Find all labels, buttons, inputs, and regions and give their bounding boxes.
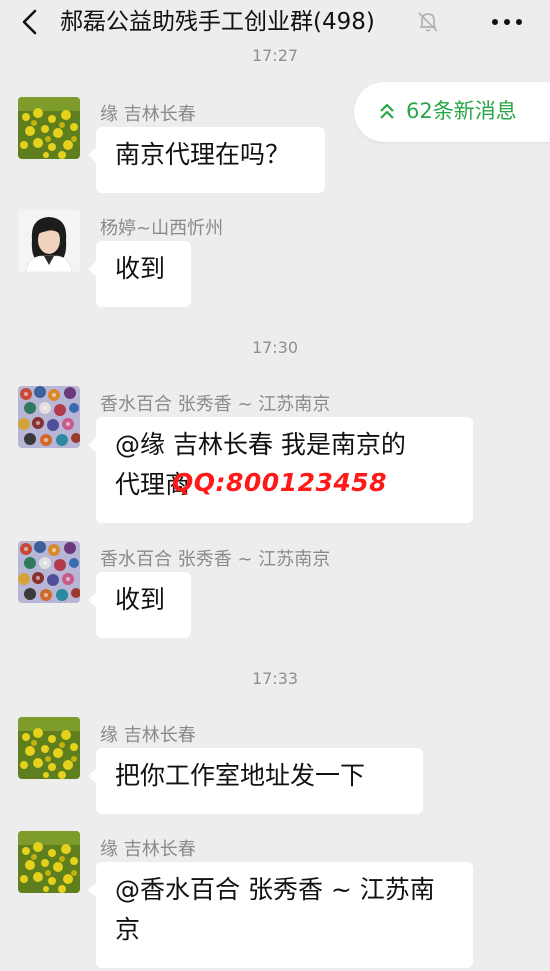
chevron-left-icon[interactable] [18,9,44,35]
message-text-line: @香水百合 张秀香 ~ 江苏南 [115,875,435,904]
message-bubble[interactable]: @香水百合 张秀香 ~ 江苏南 京 [88,862,473,968]
chat-title: 郝磊公益助残手工创业群(498) [60,9,375,35]
timestamp: 17:30 [251,338,299,357]
new-messages-button[interactable]: 62条新消息 [354,82,550,142]
message-text: 把你工作室地址发一下 [115,761,366,790]
message-bubble[interactable]: 把你工作室地址发一下 [88,748,423,814]
sender-name: 缘 吉林长春 [100,104,196,125]
timestamp: 17:27 [251,46,299,65]
sender-name: 香水百合 张秀香 ~ 江苏南京 [100,549,331,570]
avatar[interactable] [18,386,80,448]
avatar[interactable] [18,210,80,272]
bell-off-icon [418,12,438,32]
chat-header: 郝磊公益助残手工创业群(498) [0,0,550,46]
new-messages-label: 62条新消息 [406,99,517,123]
sender-name: 缘 吉林长春 [100,725,196,746]
sender-name: 香水百合 张秀香 ~ 江苏南京 [100,394,331,415]
message-text-line: @缘 吉林长春 我是南京的 [115,430,406,459]
timestamp: 17:33 [251,669,299,688]
avatar[interactable] [18,831,80,893]
watermark-overlay: QQ:800123458 [172,468,388,497]
message-bubble[interactable]: 南京代理在吗？ [88,127,325,193]
double-chevron-up-icon [380,103,394,119]
message-bubble[interactable]: 收到 [88,572,191,638]
avatar[interactable] [18,97,80,159]
sender-name: 缘 吉林长春 [100,839,196,860]
message-bubble[interactable]: 收到 [88,241,191,307]
avatar[interactable] [18,541,80,603]
message-text: 收到 [115,585,166,614]
sender-name: 杨婷~山西忻州 [100,218,224,239]
message-text-line: 京 [115,915,141,944]
more-dots-icon[interactable] [490,10,524,34]
message-text: 收到 [115,254,166,283]
message-text: 南京代理在吗？ [115,140,291,169]
avatar[interactable] [18,717,80,779]
